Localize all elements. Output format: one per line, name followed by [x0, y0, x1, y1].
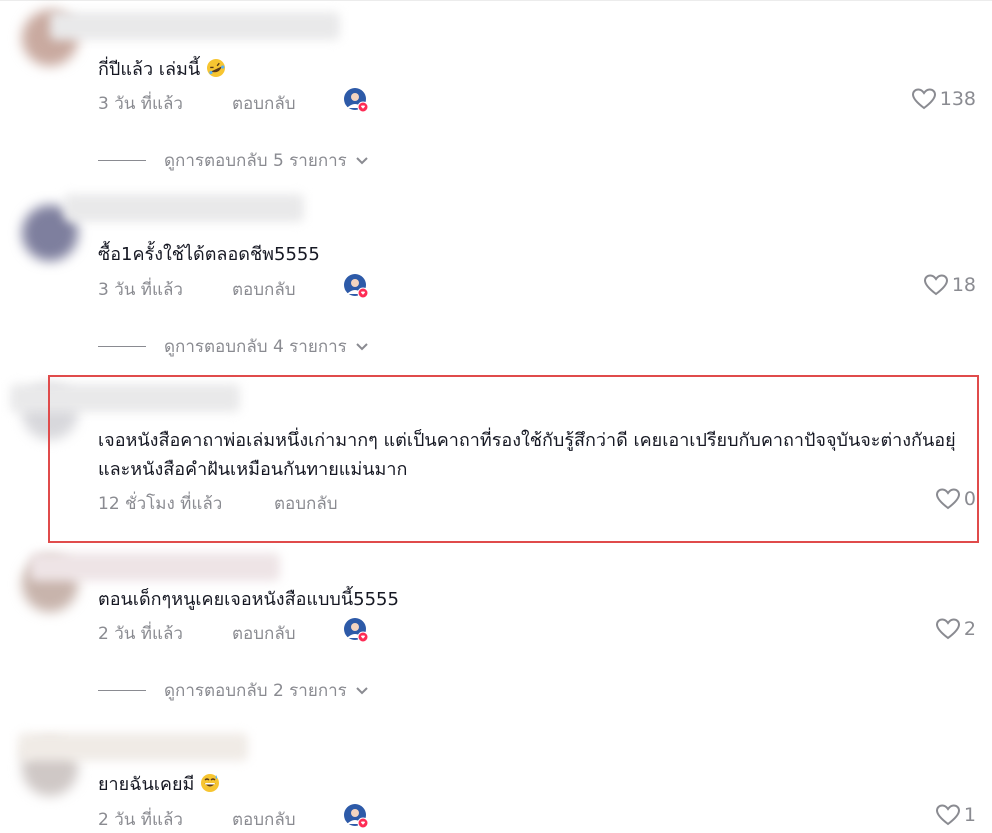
rolling-on-floor-laughing-emoji [206, 59, 225, 77]
view-replies-button[interactable]: ดูการตอบกลับ 4 รายการ [98, 333, 369, 360]
reply-button[interactable]: ตอบกลับ [232, 276, 296, 303]
creator-liked-avatar-icon [344, 274, 368, 298]
heart-outline-icon [923, 274, 948, 296]
reply-button[interactable]: ตอบกลับ [232, 620, 296, 647]
chevron-down-icon [356, 686, 368, 694]
view-replies-label: ดูการตอบกลับ 2 รายการ [164, 681, 347, 701]
divider-line [98, 690, 146, 691]
like-count: 1 [963, 804, 976, 826]
reply-button[interactable]: ตอบกลับ [232, 90, 296, 117]
blurred-username[interactable] [30, 553, 280, 581]
blurred-username[interactable] [64, 194, 304, 222]
like-count: 138 [939, 88, 976, 110]
comment-time: 3 วัน ที่แล้ว [98, 94, 183, 114]
reply-button[interactable]: ตอบกลับ [232, 806, 296, 833]
like-button[interactable]: 2 [935, 617, 976, 641]
like-button[interactable]: 18 [923, 273, 976, 297]
comment-text: ยายฉันเคยมี [98, 770, 982, 799]
blurred-username[interactable] [18, 733, 248, 761]
view-replies-label: ดูการตอบกลับ 4 รายการ [164, 337, 347, 357]
like-count: 2 [963, 618, 976, 640]
comment-time: 2 วัน ที่แล้ว [98, 624, 183, 644]
comment-time: 3 วัน ที่แล้ว [98, 280, 183, 300]
divider-line [98, 346, 146, 347]
comment-text: ตอนเด็กๆหนูเคยเจอหนังสือแบบนี้5555 [98, 589, 399, 610]
chevron-down-icon [356, 342, 368, 350]
grinning-sweat-emoji [201, 774, 220, 792]
heart-outline-icon [935, 804, 960, 826]
heart-outline-icon [911, 88, 936, 110]
like-count: 18 [951, 274, 976, 296]
view-replies-label: ดูการตอบกลับ 5 รายการ [164, 151, 347, 171]
comment-text: กี่ปีแล้ว เล่มนี้ [98, 55, 982, 84]
like-button[interactable]: 1 [935, 803, 976, 827]
comment-time: 2 วัน ที่แล้ว [98, 810, 183, 830]
chevron-down-icon [356, 156, 368, 164]
view-replies-button[interactable]: ดูการตอบกลับ 2 รายการ [98, 677, 369, 704]
top-divider [0, 0, 992, 1]
creator-liked-avatar-icon [344, 804, 368, 828]
divider-line [98, 160, 146, 161]
blurred-username[interactable] [50, 12, 340, 40]
highlight-box [48, 375, 979, 543]
view-replies-button[interactable]: ดูการตอบกลับ 5 รายการ [98, 147, 369, 174]
heart-outline-icon [935, 618, 960, 640]
creator-liked-avatar-icon [344, 618, 368, 642]
creator-liked-avatar-icon [344, 88, 368, 112]
like-button[interactable]: 138 [911, 87, 976, 111]
comment-text: ซื้อ1ครั้งใช้ได้ตลอดชีพ5555 [98, 244, 320, 265]
